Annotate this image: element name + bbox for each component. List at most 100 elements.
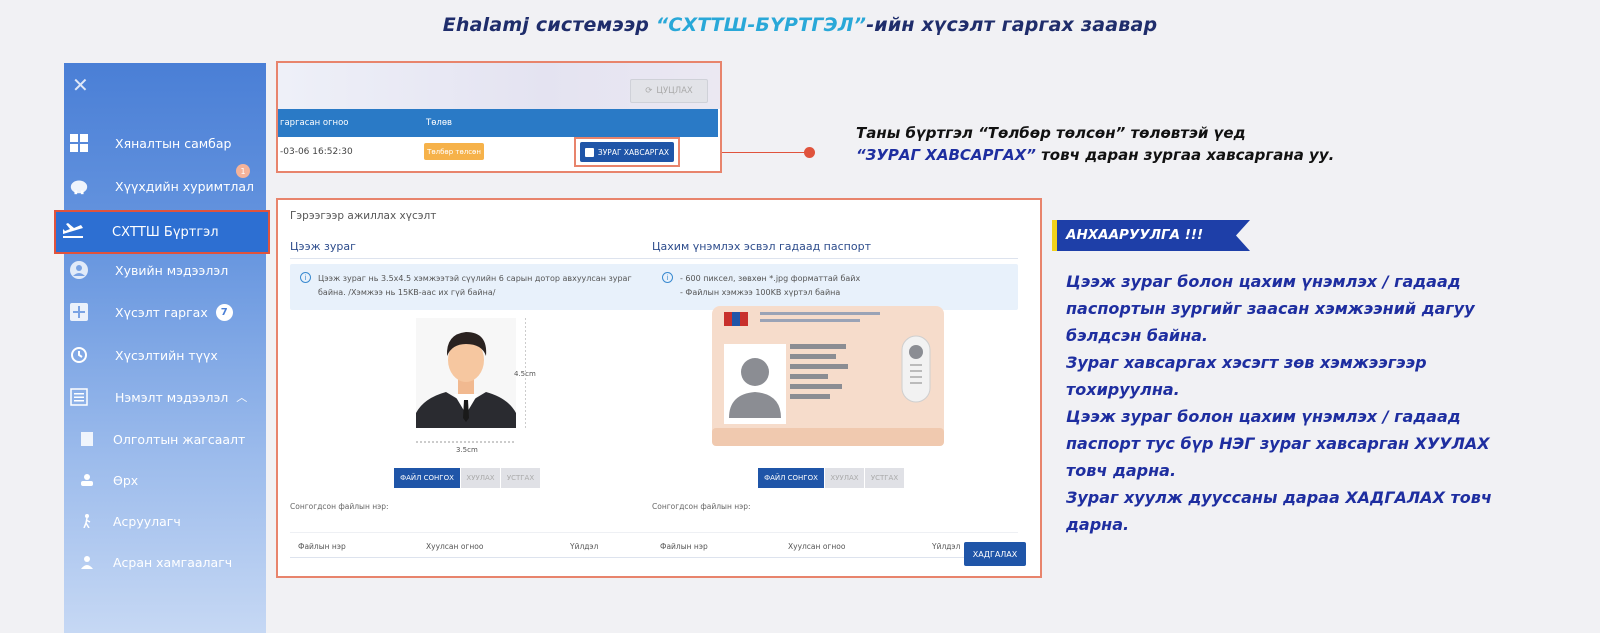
column-header-action: Үйлдэл xyxy=(932,542,961,551)
divider xyxy=(290,258,656,259)
list-icon xyxy=(69,387,89,407)
instruction-highlight: “ЗУРАГ ХАВСАРГАХ” xyxy=(856,146,1036,164)
instruction-rest: товч даран зургаа хавсаргана уу. xyxy=(1035,146,1335,164)
sidebar-item-personal-info[interactable]: Хувийн мэдээлэл xyxy=(64,250,266,290)
dashboard-icon xyxy=(69,133,89,153)
id-panel-heading: Цахим үнэмлэх эсвэл гадаад паспорт xyxy=(652,240,871,253)
title-highlight: “СХТТШ-БҮРТГЭЛ” xyxy=(655,14,867,36)
upload-button[interactable]: ХУУЛАХ xyxy=(460,468,500,488)
warning-line: паспортын зургийг заасан хэмжээний дагуу xyxy=(1066,299,1475,318)
warning-line: Зураг хуулж дууссаны дараа ХАДГАЛАХ товч xyxy=(1066,488,1492,507)
column-header-upload-date: Хуулсан огноо xyxy=(788,542,846,551)
photo-panel-heading: Цээж зураг xyxy=(290,240,356,253)
close-icon[interactable]: ✕ xyxy=(72,73,89,97)
sidebar-item-caregiver[interactable]: Асруулагч xyxy=(64,501,266,541)
callout-dot xyxy=(804,147,815,158)
delete-button[interactable]: УСТГАХ xyxy=(500,468,540,488)
info-icon: i xyxy=(300,272,311,283)
sidebar-item-payout-list[interactable]: Олголтын жагсаалт xyxy=(64,419,266,459)
delete-button[interactable]: УСТГАХ xyxy=(864,468,904,488)
warning-line: товч дарна. xyxy=(1066,461,1177,480)
warning-line: бэлдсэн байна. xyxy=(1066,326,1208,345)
airplane-icon xyxy=(62,222,84,242)
table-row: -03-06 16:52:30 Төлбөр төлсөн ЗУРАГ ХАВС… xyxy=(278,137,718,171)
count-badge: 7 xyxy=(215,303,233,321)
sidebar-item-savings[interactable]: Хүүхдийн хуримтлал 1 xyxy=(64,164,266,206)
sidebar-item-registration[interactable]: СХТТШ Бүртгэл xyxy=(54,210,270,254)
photo-panel: Цээж зураг i Цээж зураг нь 3.5x4.5 хэмжэ… xyxy=(290,236,656,558)
width-dimension-label: 3.5cm xyxy=(456,446,478,454)
warning-banner: АНХААРУУЛГА !!! xyxy=(1052,220,1250,251)
column-header-action: Үйлдэл xyxy=(570,542,599,551)
sidebar-item-dashboard[interactable]: Хяналтын самбар xyxy=(64,123,266,163)
column-header-status: Төлөв xyxy=(426,118,453,128)
id-card-illustration xyxy=(712,306,944,452)
piggy-bank-icon xyxy=(69,176,89,196)
sidebar-item-label: Асруулагч xyxy=(113,513,181,529)
info-line: - Файлын хэмжээ 100KB хүртэл байна xyxy=(680,288,841,297)
plus-icon xyxy=(69,302,89,322)
sidebar-item-label: СХТТШ Бүртгэл xyxy=(112,224,219,240)
sidebar-item-label: Нэмэлт мэдээлэл xyxy=(115,389,229,405)
walking-person-icon xyxy=(79,511,95,531)
save-button[interactable]: ХАДГАЛАХ xyxy=(964,542,1026,566)
status-badge: Төлбөр төлсөн xyxy=(424,143,484,160)
info-line: байна. /Хэмжээ нь 15KB-аас их гүй байна/ xyxy=(318,288,496,297)
image-icon xyxy=(584,147,594,157)
sidebar-item-label: Хүсэлтийн түүх xyxy=(115,347,218,363)
household-icon xyxy=(79,470,95,490)
sidebar-item-label: Олголтын жагсаалт xyxy=(113,431,246,447)
document-icon xyxy=(79,429,95,449)
upload-form-screenshot: Гэрээгээр ажиллах хүсэлт Цээж зураг i Цэ… xyxy=(276,198,1042,578)
column-header-file-name: Файлын нэр xyxy=(660,542,708,551)
warning-line: паспорт тус бүр НЭГ зураг хавсарган ХУУЛ… xyxy=(1066,434,1490,453)
column-header-upload-date: Хуулсан огноо xyxy=(426,542,484,551)
sidebar-item-label: Хүсэлт гаргах xyxy=(115,304,208,320)
cancel-button[interactable]: ⟳ ЦУЦЛАХ xyxy=(630,79,708,103)
info-line: Цээж зураг нь 3.5x4.5 хэмжээтэй сүүлийн … xyxy=(318,274,632,283)
sidebar-item-household[interactable]: Өрх xyxy=(64,460,266,500)
warning-line: Цээж зураг болон цахим үнэмлэх / гадаад xyxy=(1066,272,1461,291)
id-panel: Цахим үнэмлэх эсвэл гадаад паспорт i - 6… xyxy=(652,236,1018,558)
status-table-screenshot: ⟳ ЦУЦЛАХ гаргасан огноо Төлөв -03-06 16:5… xyxy=(276,61,722,173)
choose-file-button[interactable]: ФАЙЛ СОНГОХ xyxy=(758,468,824,488)
file-button-group: ФАЙЛ СОНГОХ ХУУЛАХ УСТГАХ xyxy=(394,468,540,488)
instruction-note: Таны бүртгэл “Төлбөр төлсөн” төлөвтэй үе… xyxy=(856,122,1416,166)
sidebar-item-additional-info[interactable]: Нэмэлт мэдээлэл ︿ xyxy=(64,377,266,417)
sidebar-item-submit-request[interactable]: Хүсэлт гаргах 7 xyxy=(64,292,266,332)
column-header-date: гаргасан огноо xyxy=(280,118,349,128)
attach-photo-button[interactable]: ЗУРАГ ХАВСАРГАХ xyxy=(580,142,674,162)
sidebar-item-guardian[interactable]: Асран хамгаалагч xyxy=(64,542,266,582)
info-line: - 600 пиксел, зөвхөн *.jpg форматтай бай… xyxy=(680,274,861,283)
title-suffix: -ийн хүсэлт гаргах заавар xyxy=(866,14,1158,36)
sidebar-item-label: Хувийн мэдээлэл xyxy=(115,262,229,278)
warning-line: Зураг хавсаргах хэсэгт зөв хэмжээгээр xyxy=(1066,353,1427,372)
callout-line xyxy=(722,152,808,153)
instruction-line-1: Таны бүртгэл “Төлбөр төлсөн” төлөвтэй үе… xyxy=(856,124,1246,142)
sidebar-item-request-history[interactable]: Хүсэлтийн түүх xyxy=(64,335,266,375)
divider xyxy=(652,258,1018,259)
selected-file-label: Сонгогдсон файлын нэр: xyxy=(290,502,389,511)
sidebar: ✕ Хяналтын самбар Хүүхдийн хуримтлал 1 С… xyxy=(54,63,270,633)
row-date: -03-06 16:52:30 xyxy=(280,147,353,157)
height-dimension-label: 4.5cm xyxy=(514,370,536,378)
warning-banner-text: АНХААРУУЛГА !!! xyxy=(1066,227,1204,243)
sidebar-item-label: Асран хамгаалагч xyxy=(113,554,233,570)
history-icon xyxy=(69,345,89,365)
form-title: Гэрээгээр ажиллах хүсэлт xyxy=(290,210,437,222)
warning-line: дарна. xyxy=(1066,515,1130,534)
choose-file-button[interactable]: ФАЙЛ СОНГОХ xyxy=(394,468,460,488)
file-table-header: Файлын нэр Хуулсан огноо Үйлдэл xyxy=(290,532,656,558)
warning-line: Цээж зураг болон цахим үнэмлэх / гадаад xyxy=(1066,407,1461,426)
column-header-file-name: Файлын нэр xyxy=(298,542,346,551)
refresh-icon: ⟳ xyxy=(645,86,653,96)
cancel-button-label: ЦУЦЛАХ xyxy=(656,86,693,96)
upload-button[interactable]: ХУУЛАХ xyxy=(824,468,864,488)
sidebar-item-label: Хяналтын самбар xyxy=(115,135,232,151)
warning-text: Цээж зураг болон цахим үнэмлэх / гадаад … xyxy=(1066,268,1576,538)
chevron-up-icon[interactable]: ︿ xyxy=(236,389,247,405)
guardian-icon xyxy=(79,552,95,572)
portrait-illustration: 4.5cm 3.5cm xyxy=(416,318,536,454)
info-icon: i xyxy=(662,272,673,283)
selected-file-label: Сонгогдсон файлын нэр: xyxy=(652,502,751,511)
